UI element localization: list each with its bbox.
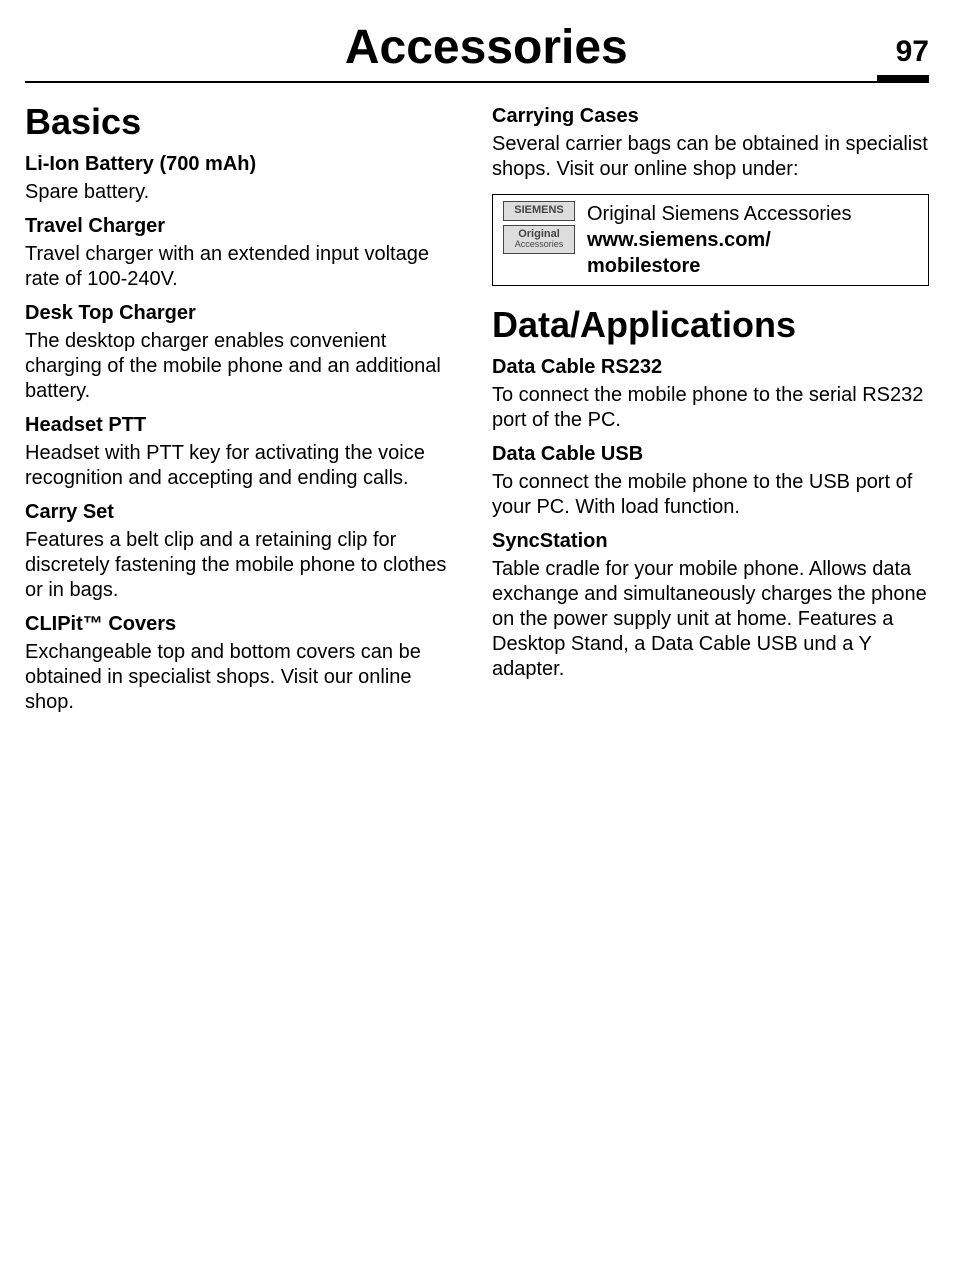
heading-data-cable-rs232: Data Cable RS232 xyxy=(492,356,929,379)
promo-url: www.siemens.com/ mobilestore xyxy=(587,227,852,279)
heading-carrying-cases: Carrying Cases xyxy=(492,105,929,128)
heading-travel-charger: Travel Charger xyxy=(25,215,462,238)
section-data-applications-title: Data/Applications xyxy=(492,304,929,346)
body-desktop-charger: The desktop charger enables convenient c… xyxy=(25,329,462,404)
heading-desktop-charger: Desk Top Charger xyxy=(25,302,462,325)
body-data-cable-usb: To connect the mobile phone to the USB p… xyxy=(492,470,929,520)
promo-text-line1: Original Siemens Accessories xyxy=(587,201,852,227)
heading-carry-set: Carry Set xyxy=(25,501,462,524)
heading-clipit-covers: CLIPit™ Covers xyxy=(25,613,462,636)
body-clipit-covers: Exchangeable top and bottom covers can b… xyxy=(25,640,462,715)
heading-battery: Li-Ion Battery (700 mAh) xyxy=(25,153,462,176)
siemens-logo: SIEMENS xyxy=(503,201,575,221)
logo-line2: Accessories xyxy=(508,240,570,249)
body-battery: Spare battery. xyxy=(25,180,462,205)
body-carry-set: Features a belt clip and a retaining cli… xyxy=(25,528,462,603)
page-number: 97 xyxy=(896,35,929,75)
body-carrying-cases: Several carrier bags can be obtained in … xyxy=(492,132,929,182)
page-number-underline xyxy=(877,75,929,81)
promo-box: SIEMENS Original Accessories Original Si… xyxy=(492,194,929,286)
body-syncstation: Table cradle for your mobile phone. Allo… xyxy=(492,557,929,682)
heading-headset-ptt: Headset PTT xyxy=(25,414,462,437)
body-travel-charger: Travel charger with an extended input vo… xyxy=(25,242,462,292)
section-basics-title: Basics xyxy=(25,101,462,143)
body-headset-ptt: Headset with PTT key for activating the … xyxy=(25,441,462,491)
heading-data-cable-usb: Data Cable USB xyxy=(492,443,929,466)
body-data-cable-rs232: To connect the mobile phone to the seria… xyxy=(492,383,929,433)
heading-syncstation: SyncStation xyxy=(492,530,929,553)
original-accessories-logo: Original Accessories xyxy=(503,225,575,254)
page-title: Accessories xyxy=(77,20,896,75)
